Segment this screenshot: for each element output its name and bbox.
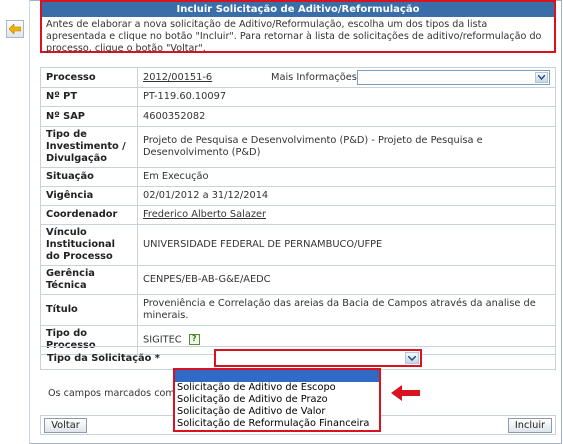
row-label: Situação xyxy=(40,167,138,187)
row-value: Projeto de Pesquisa e Desenvolvimento (P… xyxy=(137,126,556,168)
table-row: Nº PT PT-119.60.10097 xyxy=(40,87,556,107)
left-rail xyxy=(0,0,30,444)
processo-link[interactable]: 2012/00151-6 xyxy=(143,72,271,84)
table-row: Coordenador Frederico Alberto Salazer xyxy=(40,205,556,225)
row-label: Vínculo Institucional do Processo xyxy=(40,224,138,266)
mais-info-label: Mais Informações xyxy=(271,71,357,83)
mais-info-select[interactable] xyxy=(357,70,550,85)
chevron-down-icon[interactable] xyxy=(405,352,419,364)
incluir-button[interactable]: Incluir xyxy=(508,418,552,433)
dropdown-option[interactable]: Solicitação de Aditivo de Valor xyxy=(175,406,379,418)
tipo-processo-value: SIGITEC xyxy=(143,334,182,346)
red-arrow-icon xyxy=(391,385,420,401)
row-value: PT-119.60.10097 xyxy=(137,87,556,107)
required-fields-note: Os campos marcados com * xyxy=(48,388,183,399)
dropdown-option[interactable] xyxy=(175,370,379,382)
table-row: Situação Em Execução xyxy=(40,167,556,187)
table-row: Vigência 02/01/2012 a 31/12/2014 xyxy=(40,186,556,206)
table-row: Título Proveniência e Correlação das are… xyxy=(40,294,556,326)
row-value: UNIVERSIDADE FEDERAL DE PERNAMBUCO/UFPE xyxy=(137,224,556,266)
instructions-text: Antes de elaborar a nova solicitação de … xyxy=(46,19,542,54)
voltar-button[interactable]: Voltar xyxy=(44,418,87,433)
row-value: 02/01/2012 a 31/12/2014 xyxy=(137,186,556,206)
chevron-down-icon[interactable] xyxy=(535,72,548,83)
tipo-solicitacao-select[interactable] xyxy=(214,349,422,367)
table-row: Vínculo Institucional do Processo UNIVER… xyxy=(40,224,556,266)
dropdown-option[interactable]: Solicitação de Aditivo de Escopo xyxy=(175,382,379,394)
row-label: Nº SAP xyxy=(40,106,138,127)
row-label: Vigência xyxy=(40,186,138,206)
table-row: Tipo de Investimento / Divulgação Projet… xyxy=(40,126,556,168)
row-label: Gerência Técnica xyxy=(40,265,138,295)
help-icon[interactable]: ? xyxy=(188,333,200,345)
back-arrow-icon xyxy=(9,24,21,34)
dropdown-option[interactable]: Solicitação de Reformulação Financeira xyxy=(175,418,379,430)
row-label: Coordenador xyxy=(40,205,138,225)
page-title: Incluir Solicitação de Aditivo/Reformula… xyxy=(42,2,554,17)
table-row: Gerência Técnica CENPES/EB-AB-G&E/AEDC xyxy=(40,265,556,295)
row-label: Processo xyxy=(40,67,138,88)
row-value: Proveniência e Correlação das areias da … xyxy=(137,294,556,326)
tipo-solicitacao-row: Tipo da Solicitação * xyxy=(40,346,556,370)
table-row: Processo 2012/00151-6 Mais Informações xyxy=(40,67,556,88)
row-value: 2012/00151-6 Mais Informações xyxy=(137,67,556,88)
coordenador-link[interactable]: Frederico Alberto Salazer xyxy=(143,209,266,220)
back-button[interactable] xyxy=(6,20,24,38)
process-info-table: Processo 2012/00151-6 Mais Informações N… xyxy=(40,67,556,355)
tipo-solicitacao-label: Tipo da Solicitação * xyxy=(47,353,160,364)
row-value: Em Execução xyxy=(137,167,556,187)
row-label: Título xyxy=(40,294,138,326)
row-label: Nº PT xyxy=(40,87,138,107)
header-panel: Incluir Solicitação de Aditivo/Reformula… xyxy=(40,0,556,54)
row-label: Tipo de Investimento / Divulgação xyxy=(40,126,138,168)
tipo-solicitacao-dropdown: Solicitação de Aditivo de Escopo Solicit… xyxy=(173,368,381,432)
table-row: Nº SAP 4600352082 xyxy=(40,106,556,127)
row-value: 4600352082 xyxy=(137,106,556,127)
row-value: Frederico Alberto Salazer xyxy=(137,205,556,225)
dropdown-option[interactable]: Solicitação de Aditivo de Prazo xyxy=(175,394,379,406)
row-value: CENPES/EB-AB-G&E/AEDC xyxy=(137,265,556,295)
